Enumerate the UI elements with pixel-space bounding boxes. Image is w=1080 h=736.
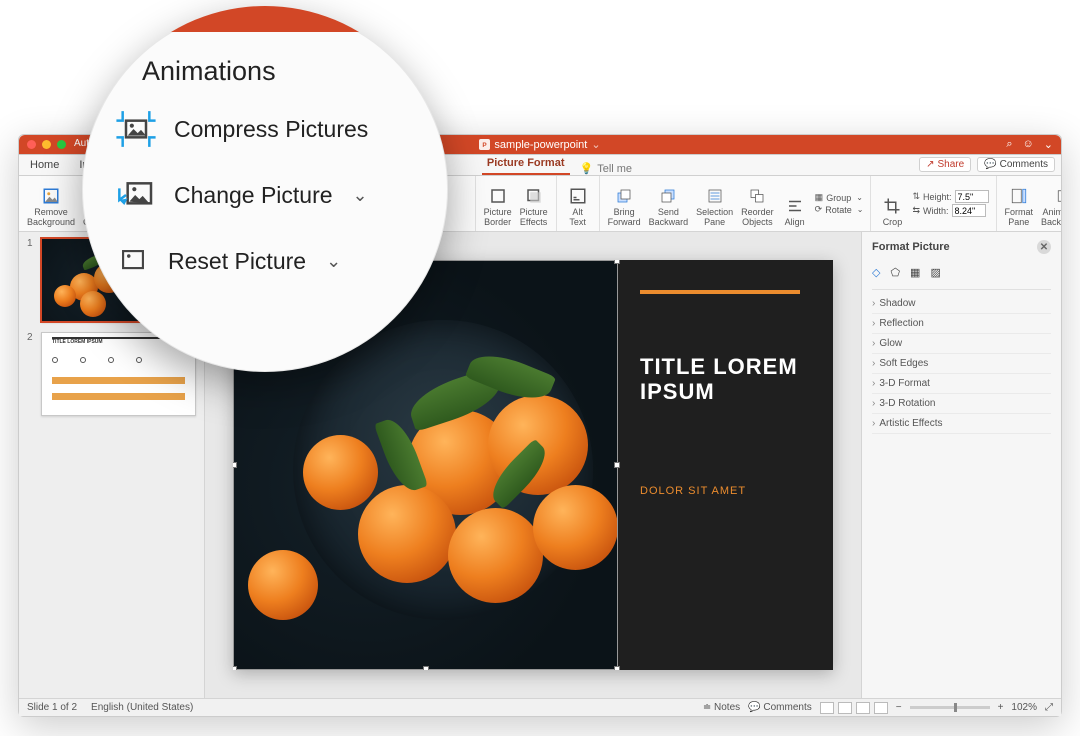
rotate-button[interactable]: ⟳Rotate⌄ [815, 204, 864, 215]
bring-forward-icon [614, 186, 634, 206]
pane-title: Format Picture [872, 241, 950, 253]
maximize-icon[interactable] [57, 140, 66, 149]
zoom-slider[interactable] [910, 706, 990, 709]
effects-icon[interactable]: ⬠ [890, 266, 900, 279]
selpane-icon [705, 186, 725, 206]
alttext-icon [568, 186, 588, 206]
animate-background-button[interactable]: Animate as Background [1037, 178, 1061, 229]
group-button[interactable]: ▦Group⌄ [815, 192, 864, 203]
titlebar-right: ⌕ ☺ ⌄ [1006, 138, 1053, 151]
align-button[interactable]: Align [778, 178, 812, 229]
accordion-reflection[interactable]: Reflection [872, 314, 1051, 334]
width-icon: ⇆ [912, 205, 920, 216]
status-bar: Slide 1 of 2 English (United States) ≐ N… [19, 698, 1061, 716]
slide-subtitle: DOLOR SIT AMET [640, 485, 811, 497]
accordion-glow[interactable]: Glow [872, 334, 1051, 354]
picture-border-button[interactable]: Picture Border [480, 178, 516, 229]
picture-icon[interactable]: ▨ [930, 266, 940, 279]
tab-home[interactable]: Home [25, 156, 64, 175]
account-icon[interactable]: ☺ [1023, 138, 1034, 151]
svg-text:P: P [483, 142, 488, 149]
accordion-artistic-effects[interactable]: Artistic Effects [872, 414, 1051, 434]
zoom-value[interactable]: 102% [1011, 702, 1037, 713]
zoom-in-button[interactable]: + [998, 702, 1004, 713]
height-icon: ⇅ [912, 191, 920, 202]
language-indicator[interactable]: English (United States) [91, 702, 193, 713]
picture-effects-button[interactable]: Picture Effects [516, 178, 552, 229]
tell-me[interactable]: 💡 Tell me [580, 162, 633, 175]
format-pane-button[interactable]: Format Pane [1001, 178, 1038, 229]
search-icon[interactable]: ⌕ [1006, 138, 1012, 151]
chevron-down-icon: ⌄ [353, 185, 368, 206]
zoom-out-button[interactable]: − [896, 702, 902, 713]
alt-text-button[interactable]: Alt Text [561, 178, 595, 229]
rotate-icon: ⟳ [815, 204, 823, 215]
chevron-icon[interactable]: ⌄ [1044, 138, 1053, 151]
accordion-shadow[interactable]: Shadow [872, 294, 1051, 314]
magnifier-callout: Animations Compress Pictures Change Pict… [82, 6, 448, 372]
close-icon[interactable] [27, 140, 36, 149]
remove-background-button[interactable]: Remove Background [23, 178, 79, 229]
selection-pane-button[interactable]: Selection Pane [692, 178, 737, 229]
chevron-down-icon: ⌄ [326, 251, 341, 272]
group-icon: ▦ [815, 192, 824, 203]
share-button[interactable]: ↗Share [919, 157, 971, 172]
fill-icon[interactable]: ◇ [872, 266, 880, 279]
bring-forward-button[interactable]: Bring Forward [604, 178, 645, 229]
reset-picture-icon [116, 241, 150, 281]
slide-title: TITLE LOREM IPSUM [640, 354, 811, 405]
border-icon [488, 186, 508, 206]
close-pane-button[interactable]: ✕ [1037, 240, 1051, 254]
height-input[interactable] [955, 190, 989, 203]
tab-picture-format[interactable]: Picture Format [482, 154, 570, 175]
accordion-soft-edges[interactable]: Soft Edges [872, 354, 1051, 374]
comments-status-button[interactable]: 💬 Comments [748, 702, 812, 713]
app-icon: P [479, 139, 490, 150]
reorder-objects-button[interactable]: Reorder Objects [737, 178, 778, 229]
accordion-3d-rotation[interactable]: 3-D Rotation [872, 394, 1051, 414]
comments-button[interactable]: 💬Comments [977, 157, 1055, 172]
width-field[interactable]: ⇆Width: [912, 204, 988, 217]
animatebg-icon [1055, 186, 1061, 206]
magnifier-compress-pictures[interactable]: Compress Pictures [116, 109, 420, 149]
accordion-3d-format[interactable]: 3-D Format [872, 374, 1051, 394]
slide-text-panel: TITLE LOREM IPSUM DOLOR SIT AMET [618, 260, 833, 670]
slide-counter: Slide 1 of 2 [27, 702, 77, 713]
effects-icon [524, 186, 544, 206]
height-field[interactable]: ⇅Height: [912, 190, 988, 203]
minimize-icon[interactable] [42, 140, 51, 149]
send-backward-button[interactable]: Send Backward [645, 178, 693, 229]
format-picture-pane: Format Picture ✕ ◇ ⬠ ▦ ▨ Shadow Reflecti… [861, 232, 1061, 698]
magnifier-tab-animations: Animations [142, 56, 420, 87]
fit-button[interactable]: ⤢ [1045, 702, 1053, 713]
view-buttons[interactable] [820, 702, 888, 714]
width-input[interactable] [952, 204, 986, 217]
pane-category-icons: ◇ ⬠ ▦ ▨ [872, 262, 1051, 290]
share-icon: ↗ [926, 159, 934, 170]
bulb-icon: 💡 [580, 162, 594, 175]
accent-bar [640, 290, 800, 294]
reorder-icon [747, 186, 767, 206]
compress-pictures-icon [116, 109, 156, 149]
notes-button[interactable]: ≐ Notes [703, 702, 740, 713]
align-icon [785, 196, 805, 216]
crop-button[interactable]: Crop [875, 178, 909, 229]
formatpane-icon [1009, 186, 1029, 206]
magnifier-change-picture[interactable]: Change Picture ⌄ [116, 175, 420, 215]
size-icon[interactable]: ▦ [910, 266, 920, 279]
magnifier-reset-picture[interactable]: Reset Picture ⌄ [116, 241, 420, 281]
change-picture-icon [116, 175, 156, 215]
crop-icon [882, 196, 902, 216]
send-backward-icon [658, 186, 678, 206]
comment-icon: 💬 [984, 159, 996, 170]
remove-bg-icon [41, 186, 61, 206]
window-controls[interactable] [27, 140, 66, 149]
